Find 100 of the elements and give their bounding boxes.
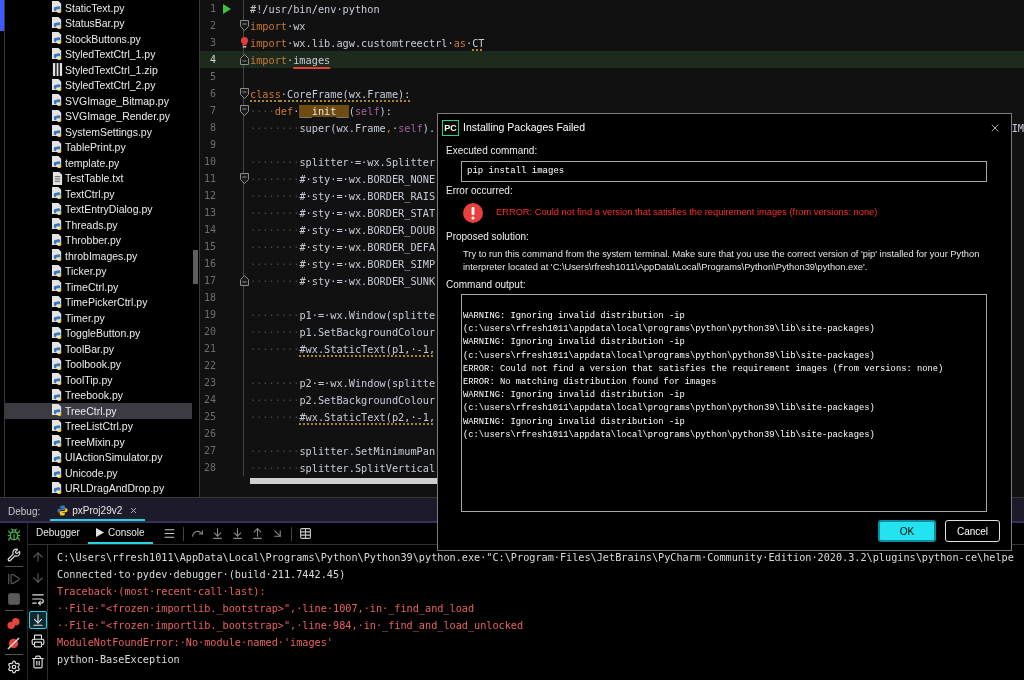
file-tree-item[interactable]: StockButtons.py — [52, 32, 141, 46]
file-tree-item[interactable]: TimePickerCtrl.py — [52, 295, 148, 309]
code-fragment: IM — [1011, 120, 1024, 135]
curved-arrow-icon[interactable] — [190, 527, 204, 540]
up-arrow-line-icon[interactable] — [250, 527, 264, 540]
file-tree-item[interactable]: StyledTextCtrl_1.py — [52, 47, 156, 61]
line-number: 21 — [202, 343, 216, 354]
fold-marker-icon[interactable] — [239, 20, 249, 31]
python-file-icon — [52, 295, 63, 309]
play-icon[interactable] — [223, 3, 231, 14]
app-logo: PC — [442, 120, 459, 136]
file-tree-item[interactable]: Toolbook.py — [52, 357, 122, 371]
table-icon[interactable] — [298, 527, 312, 540]
tool-button[interactable] — [4, 634, 23, 652]
line-number: 7 — [208, 105, 216, 116]
file-tree-item[interactable]: SystemSettings.py — [52, 125, 152, 139]
python-file-icon — [52, 109, 63, 123]
code-line: import·wx — [250, 18, 306, 33]
close-icon[interactable] — [989, 122, 1001, 134]
file-tree-item[interactable]: Threads.py — [52, 218, 118, 232]
lightbulb-icon[interactable] — [239, 37, 249, 48]
code-line: ········#·sty·=·wx.BORDER_NONE — [250, 171, 436, 186]
dialog-button[interactable]: OK — [878, 520, 936, 542]
file-tree-item[interactable]: StaticText.py — [52, 1, 125, 15]
output-line: WARNING: Ignoring invalid distribution -ip — [463, 310, 686, 323]
file-tree-item[interactable]: throbImages.py — [52, 249, 138, 263]
python-file-icon — [52, 342, 63, 356]
code-line: ········splitter.SplitVertical — [250, 460, 436, 475]
console-line: ··File·"<frozen·importlib._bootstrap>",·line·1007,·in·_find_and_load — [57, 602, 476, 617]
file-tree-item[interactable]: ToolTip.py — [52, 373, 113, 387]
output-line: WARNING: Ignoring invalid distribution -ip — [463, 415, 686, 429]
python-file-icon — [52, 187, 63, 201]
command-field[interactable]: pip install images — [461, 161, 987, 182]
python-file-icon — [52, 125, 63, 139]
text-file-icon — [52, 171, 63, 185]
file-tree-item[interactable]: TextCtrl.py — [52, 187, 115, 201]
file-tree-item[interactable]: UIActionSimulator.py — [52, 450, 163, 464]
python-file-icon — [52, 202, 63, 216]
file-tree-item[interactable]: Unicode.py — [52, 466, 118, 480]
file-tree-item[interactable]: TablePrint.py — [52, 140, 126, 154]
file-tree-item[interactable]: URLDragAndDrop.py — [52, 481, 165, 495]
tool-tab[interactable]: Debugger — [28, 523, 88, 544]
file-tree-item[interactable]: template.py — [52, 156, 120, 170]
step-forward-icon — [6, 572, 21, 586]
slashed-dot-icon — [7, 636, 20, 650]
code-line: ········splitter.SetMinimumPan — [250, 443, 436, 458]
file-tree-item[interactable]: ToolBar.py — [52, 342, 115, 356]
fold-marker-icon[interactable] — [239, 54, 249, 65]
code-line: ········#·sty·=·wx.BORDER_SUNK — [250, 273, 436, 288]
down-arrow-line-icon[interactable] — [230, 527, 244, 540]
fold-marker-icon[interactable] — [239, 275, 249, 286]
file-tree-item[interactable]: StyledTextCtrl_1.zip — [52, 63, 158, 77]
python-file-icon — [52, 280, 63, 294]
down-arrow-line-icon — [30, 613, 45, 627]
line-number: 10 — [202, 156, 216, 167]
file-tree-item[interactable]: TreeCtrl.py — [52, 404, 117, 418]
line-number: 9 — [208, 139, 216, 150]
fold-marker-icon[interactable] — [239, 173, 249, 184]
line-number: 8 — [208, 122, 216, 133]
file-tree-item[interactable]: Throbber.py — [52, 233, 122, 247]
code-line: ········splitter·=·wx.Splitter — [250, 154, 436, 169]
file-tree-item[interactable]: TestTable.txt — [52, 171, 124, 185]
fold-marker-icon[interactable] — [239, 88, 249, 99]
file-tree-item[interactable]: StatusBar.py — [52, 16, 125, 30]
down-arrow-line-icon[interactable] — [210, 527, 224, 540]
code-line: import·wx.lib.agw.customtreectrl·as·CT — [250, 35, 485, 50]
output-line: (c:\users\rfresh1011\appdata\local\programs\python\python39\lib\site-packages) — [463, 402, 876, 416]
file-tree-item[interactable]: TreeMixin.py — [52, 435, 125, 449]
error-message: ERROR: Could not find a version that satisfies the requirement images (from versions: none) — [496, 206, 878, 220]
line-number: 26 — [202, 428, 216, 439]
line-number: 24 — [202, 394, 216, 405]
console-line: ··File·"<frozen·importlib._bootstrap>",·line·984,·in·_find_and_load_unlocked — [57, 619, 525, 634]
python-file-icon — [52, 419, 63, 433]
dialog-title: Installing Packages Failed — [463, 120, 585, 136]
file-tree-item[interactable]: TextEntryDialog.py — [52, 202, 153, 216]
fold-marker-icon[interactable] — [239, 105, 249, 116]
python-file-icon — [52, 435, 63, 449]
menu-icon[interactable] — [162, 527, 176, 540]
file-tree-item[interactable]: ToggleButton.py — [52, 326, 141, 340]
code-line: ········#·sty·=·wx.BORDER_DEFA — [250, 239, 436, 254]
file-tree-item[interactable]: TreeListCtrl.py — [52, 419, 133, 433]
file-tree-item[interactable]: StyledTextCtrl_2.py — [52, 78, 156, 92]
run-tab[interactable]: pxProj29v2 — [50, 498, 146, 521]
file-tree-item[interactable]: Treebook.py — [52, 388, 123, 402]
output-line: (c:\users\rfresh1011\appdata\local\programs\python\python39\lib\site-packages) — [463, 323, 876, 337]
file-tree-item[interactable]: TimeCtrl.py — [52, 280, 119, 294]
tool-tab[interactable]: Console — [87, 523, 153, 544]
tool-button[interactable] — [28, 611, 47, 629]
python-file-icon — [52, 47, 63, 61]
python-file-icon — [52, 466, 63, 480]
file-tree-item[interactable]: Timer.py — [52, 311, 105, 325]
scrollbar-thumb[interactable] — [193, 250, 198, 284]
output-line: WARNING: Ignoring invalid distribution -ip — [463, 336, 686, 350]
file-tree-item[interactable]: SVGImage_Bitmap.py — [52, 94, 169, 108]
dialog-button[interactable]: Cancel — [945, 520, 1000, 542]
close-icon[interactable] — [129, 506, 139, 515]
section-label: Command output: — [446, 279, 527, 291]
file-tree-item[interactable]: Ticker.py — [52, 264, 107, 278]
line-number: 12 — [202, 190, 216, 201]
file-tree-item[interactable]: SVGImage_Render.py — [52, 109, 171, 123]
